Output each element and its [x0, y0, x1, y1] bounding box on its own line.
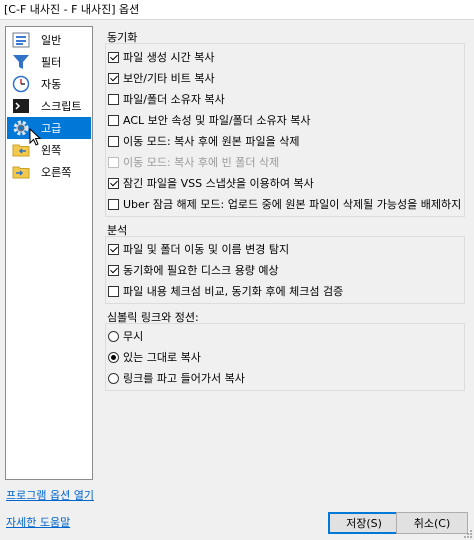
nav-label: 일반	[41, 34, 62, 47]
radio-follow-links[interactable]: 링크를 파고 들어가서 복사	[108, 369, 462, 387]
radio-ignore[interactable]: 무시	[108, 327, 462, 345]
checkbox[interactable]	[108, 51, 119, 63]
radio-button[interactable]	[108, 330, 119, 342]
option-vss-snapshot[interactable]: 잠긴 파일을 VSS 스냅샷을 이용하여 복사	[108, 174, 462, 192]
nav-item-advanced[interactable]: 고급	[7, 117, 91, 139]
nav-item-filter[interactable]: 필터	[7, 51, 91, 73]
category-list[interactable]: 일반 필터 자동 스크립트 고급 왼쪽 오른쪽	[5, 26, 93, 480]
option-move-delete-empty-folders: 이동 모드: 복사 후에 빈 폴더 삭제	[108, 153, 462, 171]
checkbox[interactable]	[108, 135, 119, 147]
window-title: [C-F 내사진 - F 내사진] 옵션	[0, 0, 474, 20]
checkbox[interactable]	[108, 264, 119, 276]
option-detect-moves[interactable]: 파일 및 폴더 이동 및 이름 변경 탐지	[108, 240, 462, 258]
checkbox[interactable]	[108, 114, 119, 126]
option-estimate-disk-space[interactable]: 동기화에 필요한 디스크 용량 예상	[108, 261, 462, 279]
checkbox[interactable]	[108, 243, 119, 255]
checkbox[interactable]	[108, 177, 119, 189]
checkbox[interactable]	[108, 198, 119, 210]
cancel-button[interactable]: 취소(C)	[396, 512, 468, 534]
nav-item-left[interactable]: 왼쪽	[7, 139, 91, 161]
checkbox	[108, 156, 119, 168]
option-copy-security-bits[interactable]: 보안/기타 비트 복사	[108, 69, 462, 87]
nav-label: 자동	[41, 78, 62, 91]
mouse-cursor-icon	[29, 128, 41, 146]
nav-label: 고급	[41, 122, 62, 135]
checkbox[interactable]	[108, 93, 119, 105]
funnel-icon	[11, 52, 31, 72]
nav-item-right[interactable]: 오른쪽	[7, 161, 91, 183]
option-copy-creation-time[interactable]: 파일 생성 시간 복사	[108, 48, 462, 66]
nav-item-general[interactable]: 일반	[7, 29, 91, 51]
help-link[interactable]: 자세한 도움말	[6, 514, 70, 530]
nav-label: 스크립트	[41, 100, 82, 113]
radio-button[interactable]	[108, 351, 119, 363]
gear-icon	[11, 118, 31, 138]
save-button[interactable]: 저장(S)	[328, 512, 400, 534]
nav-label: 오른쪽	[41, 166, 72, 179]
terminal-icon	[11, 96, 31, 116]
folder-left-icon	[11, 140, 31, 160]
option-copy-owner[interactable]: 파일/폴더 소유자 복사	[108, 90, 462, 108]
checkbox[interactable]	[108, 72, 119, 84]
checkbox[interactable]	[108, 285, 119, 297]
nav-label: 왼쪽	[41, 144, 62, 157]
settings-sliders-icon	[11, 30, 31, 50]
option-move-delete-source[interactable]: 이동 모드: 복사 후에 원본 파일을 삭제	[108, 132, 462, 150]
option-uber-unlock[interactable]: Uber 잠금 해제 모드: 업로드 중에 원본 파일이 삭제될 가능성을 배제…	[108, 195, 462, 213]
nav-label: 필터	[41, 56, 62, 69]
open-program-options-link[interactable]: 프로그램 옵션 열기	[6, 487, 94, 503]
nav-item-script[interactable]: 스크립트	[7, 95, 91, 117]
option-checksum[interactable]: 파일 내용 체크섬 비교, 동기화 후에 체크섬 검증	[108, 282, 462, 300]
clock-icon	[11, 74, 31, 94]
resize-grip-icon[interactable]	[463, 529, 473, 539]
option-copy-acl[interactable]: ACL 보안 속성 및 파일/폴더 소유자 복사	[108, 111, 462, 129]
radio-copy-as-is[interactable]: 있는 그대로 복사	[108, 348, 462, 366]
folder-right-icon	[11, 162, 31, 182]
radio-button[interactable]	[108, 372, 119, 384]
nav-item-auto[interactable]: 자동	[7, 73, 91, 95]
